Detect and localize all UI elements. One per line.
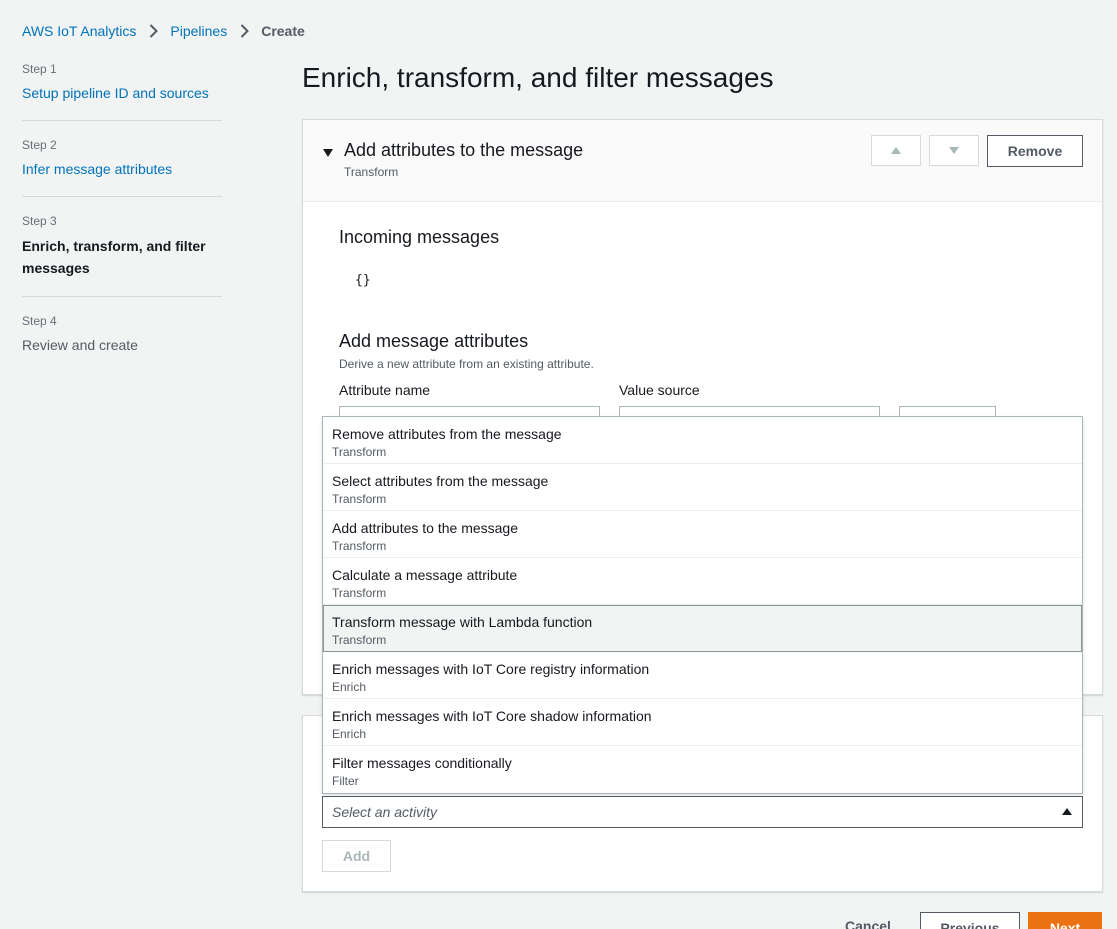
cancel-button[interactable]: Cancel [845,918,891,929]
option-category: Transform [332,492,387,506]
option-title: Calculate a message attribute [332,567,518,583]
arrow-down-icon [948,142,960,160]
chevron-right-icon [147,22,159,40]
option-category: Enrich [332,680,367,694]
breadcrumb-current: Create [261,23,305,39]
option-title: Select attributes from the message [332,473,549,489]
page-title: Enrich, transform, and filter messages [302,62,774,93]
add-activity-button[interactable]: Add [322,840,391,872]
option-category: Transform [332,586,387,600]
activity-select[interactable]: Select an activity [322,796,1083,828]
breadcrumb: AWS IoT Analytics Pipelines Create [22,22,305,40]
step-4-disabled: Review and create [22,337,138,353]
dropdown-option[interactable]: Remove attributes from the message Trans… [323,417,1082,464]
step-divider [22,296,222,297]
step-2-link[interactable]: Infer message attributes [22,159,222,179]
step-3: Step 3 Enrich, transform, and filter mes… [22,214,222,279]
breadcrumb-item-iot-analytics[interactable]: AWS IoT Analytics [22,23,136,39]
dropdown-option[interactable]: Add attributes to the message Transform [323,511,1082,558]
option-category: Filter [332,774,359,788]
caret-up-icon [1061,803,1073,821]
activity-type: Transform [344,165,399,179]
dropdown-option[interactable]: Enrich messages with IoT Core shadow inf… [323,699,1082,746]
step-label: Step 3 [22,214,57,228]
step-4: Step 4 Review and create [22,314,222,355]
dropdown-option[interactable]: Calculate a message attribute Transform [323,558,1082,605]
dropdown-option[interactable]: Select attributes from the message Trans… [323,464,1082,511]
step-divider [22,120,222,121]
add-attributes-heading: Add message attributes [339,331,529,351]
incoming-messages-heading: Incoming messages [339,227,500,247]
option-category: Transform [332,539,387,553]
option-title: Remove attributes from the message [332,426,562,442]
step-3-current: Enrich, transform, and filter messages [22,238,206,276]
attribute-name-label: Attribute name [339,382,431,398]
activity-dropdown-list: Remove attributes from the message Trans… [322,416,1083,794]
activity-title[interactable]: Add attributes to the message [344,140,583,161]
step-2: Step 2 Infer message attributes [22,138,222,179]
step-label: Step 1 [22,62,57,76]
caret-down-icon[interactable] [322,145,334,163]
chevron-right-icon [238,22,250,40]
option-title: Transform message with Lambda function [332,614,593,630]
breadcrumb-item-pipelines[interactable]: Pipelines [170,23,227,39]
incoming-messages-code: {} [355,273,371,288]
dropdown-option[interactable]: Filter messages conditionally Filter [323,746,1082,793]
select-placeholder: Select an activity [332,804,438,820]
move-up-button[interactable] [871,135,921,166]
option-title: Add attributes to the message [332,520,518,536]
move-down-button[interactable] [929,135,979,166]
dropdown-option[interactable]: Enrich messages with IoT Core registry i… [323,652,1082,699]
option-title: Enrich messages with IoT Core shadow inf… [332,708,652,724]
arrow-up-icon [890,142,902,160]
step-1: Step 1 Setup pipeline ID and sources [22,62,222,103]
value-source-label: Value source [619,382,700,398]
option-title: Enrich messages with IoT Core registry i… [332,661,650,677]
wizard-steps: Step 1 Setup pipeline ID and sources Ste… [22,62,222,355]
option-category: Transform [332,445,387,459]
step-divider [22,196,222,197]
step-label: Step 4 [22,314,57,328]
step-label: Step 2 [22,138,57,152]
option-category: Transform [332,633,387,647]
dropdown-option-highlighted[interactable]: Transform message with Lambda function T… [323,605,1082,652]
option-category: Enrich [332,727,367,741]
add-attributes-description: Derive a new attribute from an existing … [339,357,594,371]
previous-button[interactable]: Previous [920,912,1020,929]
remove-button[interactable]: Remove [987,135,1083,167]
activity-panel-header: Add attributes to the message Transform … [303,120,1102,202]
option-title: Filter messages conditionally [332,755,512,771]
next-button[interactable]: Next [1028,912,1102,929]
step-1-link[interactable]: Setup pipeline ID and sources [22,83,222,103]
